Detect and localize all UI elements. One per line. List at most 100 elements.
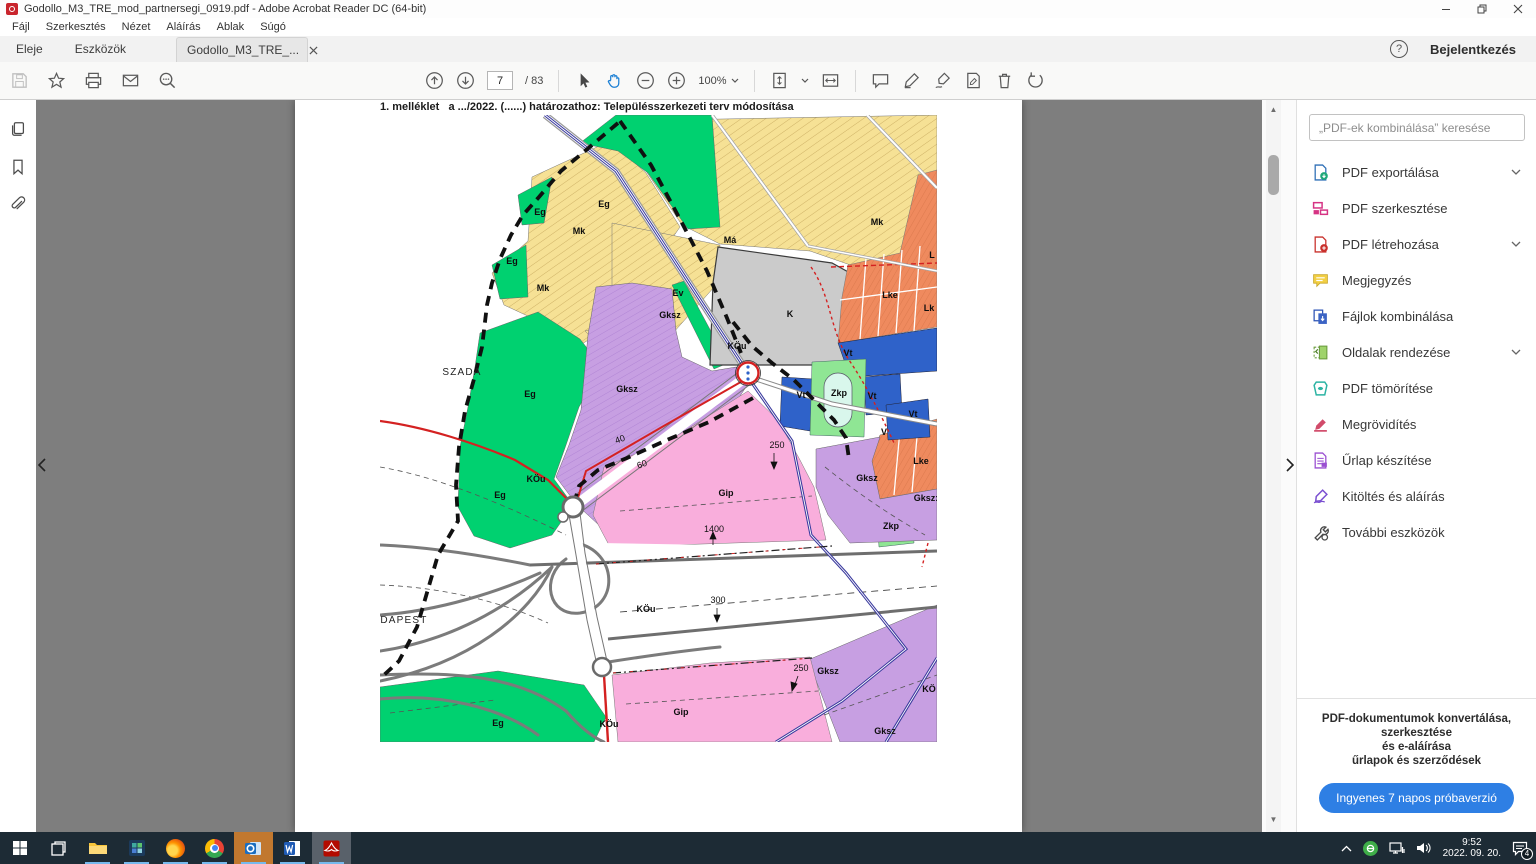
map-label-Mk: Mk xyxy=(871,217,884,227)
tray-clock[interactable]: 9:52 2022. 09. 20. xyxy=(1443,837,1501,859)
hand-tool-icon[interactable] xyxy=(605,71,624,90)
comment-icon[interactable] xyxy=(871,71,890,90)
sidebar-tool-export-pdf[interactable]: PDF exportálása xyxy=(1297,154,1536,190)
firefox-button[interactable] xyxy=(156,832,195,864)
vertical-scrollbar[interactable]: ▲ ▼ xyxy=(1266,100,1281,832)
combine-files-icon xyxy=(1312,308,1329,325)
sign-in-button[interactable]: Bejelentkezés xyxy=(1430,42,1516,57)
save-icon[interactable] xyxy=(10,71,29,90)
scrollbar-thumb[interactable] xyxy=(1268,155,1279,195)
sidebar-tool-more-tools[interactable]: További eszközök xyxy=(1297,514,1536,550)
tab-tools[interactable]: Eszközök xyxy=(59,36,142,62)
previous-page-icon[interactable] xyxy=(425,71,444,90)
star-icon[interactable] xyxy=(47,71,66,90)
menu-edit[interactable]: Szerkesztés xyxy=(38,21,114,33)
volume-tray-icon[interactable] xyxy=(1416,841,1432,855)
chevron-down-icon[interactable] xyxy=(1511,349,1521,355)
document-area[interactable]: 1. melléklet a .../2022. (......) határo… xyxy=(36,100,1296,832)
menu-file[interactable]: Fájl xyxy=(4,21,38,33)
rotate-icon[interactable] xyxy=(1026,71,1045,90)
sidebar-tool-create-pdf[interactable]: PDF létrehozása xyxy=(1297,226,1536,262)
zoning-map[interactable]: EgEgMkEgMkMáMkLLkeLkEvGkszKKÖuVtSZADAGks… xyxy=(380,115,937,742)
fit-width-icon[interactable] xyxy=(821,71,840,90)
page-number-input[interactable] xyxy=(487,71,513,90)
app-grid-button[interactable] xyxy=(117,832,156,864)
map-label-Lke: Lke xyxy=(882,290,898,300)
sidebar-tool-prepare-form[interactable]: Űrlap készítése xyxy=(1297,442,1536,478)
map-label-Gksz: Gksz xyxy=(616,384,638,394)
attachments-icon[interactable] xyxy=(9,196,27,214)
sidebar-tool-comment[interactable]: Megjegyzés xyxy=(1297,262,1536,298)
map-label-Vt: Vt xyxy=(844,348,853,358)
map-label-M: Má xyxy=(724,235,737,245)
tools-search-input[interactable] xyxy=(1309,114,1525,141)
map-label-Ku: KÖu xyxy=(600,719,619,729)
sidebar-tool-fill-sign[interactable]: Kitöltés és aláírás xyxy=(1297,478,1536,514)
network-tray-icon[interactable] xyxy=(1389,841,1405,855)
sidebar-tool-organize-pages[interactable]: Oldalak rendezése xyxy=(1297,334,1536,370)
chevron-down-icon[interactable] xyxy=(1511,169,1521,175)
close-button[interactable] xyxy=(1500,0,1536,18)
acrobat-window: Godollo_M3_TRE_mod_partnersegi_0919.pdf … xyxy=(0,0,1536,864)
select-tool-icon[interactable] xyxy=(574,71,593,90)
sidebar-tool-redact[interactable]: Megrövidítés xyxy=(1297,406,1536,442)
sidebar-tool-combine-files[interactable]: Fájlok kombinálása xyxy=(1297,298,1536,334)
menu-view[interactable]: Nézet xyxy=(114,21,159,33)
tab-close-icon[interactable] xyxy=(309,46,318,55)
sidebar-tool-edit-pdf[interactable]: PDF szerkesztése xyxy=(1297,190,1536,226)
tab-document[interactable]: Godollo_M3_TRE_... xyxy=(176,37,308,62)
file-explorer-button[interactable] xyxy=(78,832,117,864)
scroll-down-icon[interactable]: ▼ xyxy=(1266,812,1281,826)
map-label-Zkp: Zkp xyxy=(883,521,900,531)
start-button[interactable] xyxy=(0,832,39,864)
map-label-SZADA: SZADA xyxy=(442,367,481,378)
menu-help[interactable]: Súgó xyxy=(252,21,294,33)
windows-logo-icon xyxy=(12,840,28,856)
delete-pages-icon[interactable] xyxy=(995,71,1014,90)
tray-expand-icon[interactable] xyxy=(1341,845,1352,852)
map-label-1400: 1400 xyxy=(704,524,724,534)
organize-pages-icon xyxy=(1312,344,1329,361)
expand-right-panel-icon[interactable] xyxy=(1286,458,1294,477)
outlook-button[interactable] xyxy=(234,832,273,864)
chevron-down-icon[interactable] xyxy=(801,78,809,83)
eset-tray-icon[interactable] xyxy=(1363,841,1378,856)
tools-sidebar: PDF exportálása PDF szerkesztése PDF lét… xyxy=(1296,100,1536,832)
menu-sign[interactable]: Aláírás xyxy=(158,21,208,33)
zoom-in-icon[interactable] xyxy=(667,71,686,90)
bookmarks-icon[interactable] xyxy=(9,158,27,176)
next-page-icon[interactable] xyxy=(456,71,475,90)
fit-page-icon[interactable] xyxy=(770,71,789,90)
action-center-icon[interactable]: 4 xyxy=(1512,841,1528,856)
free-trial-button[interactable]: Ingyenes 7 napos próbaverzió xyxy=(1319,783,1514,813)
acrobat-taskbar-button[interactable] xyxy=(312,832,351,864)
help-icon[interactable]: ? xyxy=(1390,40,1408,58)
highlight-icon[interactable] xyxy=(902,71,921,90)
pdf-page[interactable]: 1. melléklet a .../2022. (......) határo… xyxy=(295,100,1022,832)
create-pdf-icon xyxy=(1312,236,1329,253)
chrome-button[interactable] xyxy=(195,832,234,864)
zoom-out-icon[interactable] xyxy=(636,71,655,90)
map-label-Gksz: Gksz xyxy=(874,726,896,736)
zoom-level-select[interactable]: 100% xyxy=(698,75,738,87)
print-icon[interactable] xyxy=(84,71,103,90)
search-icon[interactable] xyxy=(158,71,177,90)
restore-button[interactable] xyxy=(1464,0,1500,18)
sidebar-tool-compress-pdf[interactable]: PDF tömörítése xyxy=(1297,370,1536,406)
fill-sign-icon[interactable] xyxy=(933,71,952,90)
map-label-250: 250 xyxy=(793,663,808,673)
chevron-down-icon[interactable] xyxy=(1511,241,1521,247)
minimize-button[interactable] xyxy=(1428,0,1464,18)
menu-window[interactable]: Ablak xyxy=(209,21,253,33)
collapse-left-panel-icon[interactable] xyxy=(38,458,46,477)
tab-document-label: Godollo_M3_TRE_... xyxy=(187,43,299,57)
scroll-up-icon[interactable]: ▲ xyxy=(1266,102,1281,116)
window-title: Godollo_M3_TRE_mod_partnersegi_0919.pdf … xyxy=(24,3,426,15)
tab-home[interactable]: Eleje xyxy=(0,36,59,62)
task-view-button[interactable] xyxy=(39,832,78,864)
word-button[interactable] xyxy=(273,832,312,864)
page-thumbnails-icon[interactable] xyxy=(9,120,27,138)
email-icon[interactable] xyxy=(121,71,140,90)
send-signature-icon[interactable] xyxy=(964,71,983,90)
more-tools-icon xyxy=(1312,524,1329,541)
